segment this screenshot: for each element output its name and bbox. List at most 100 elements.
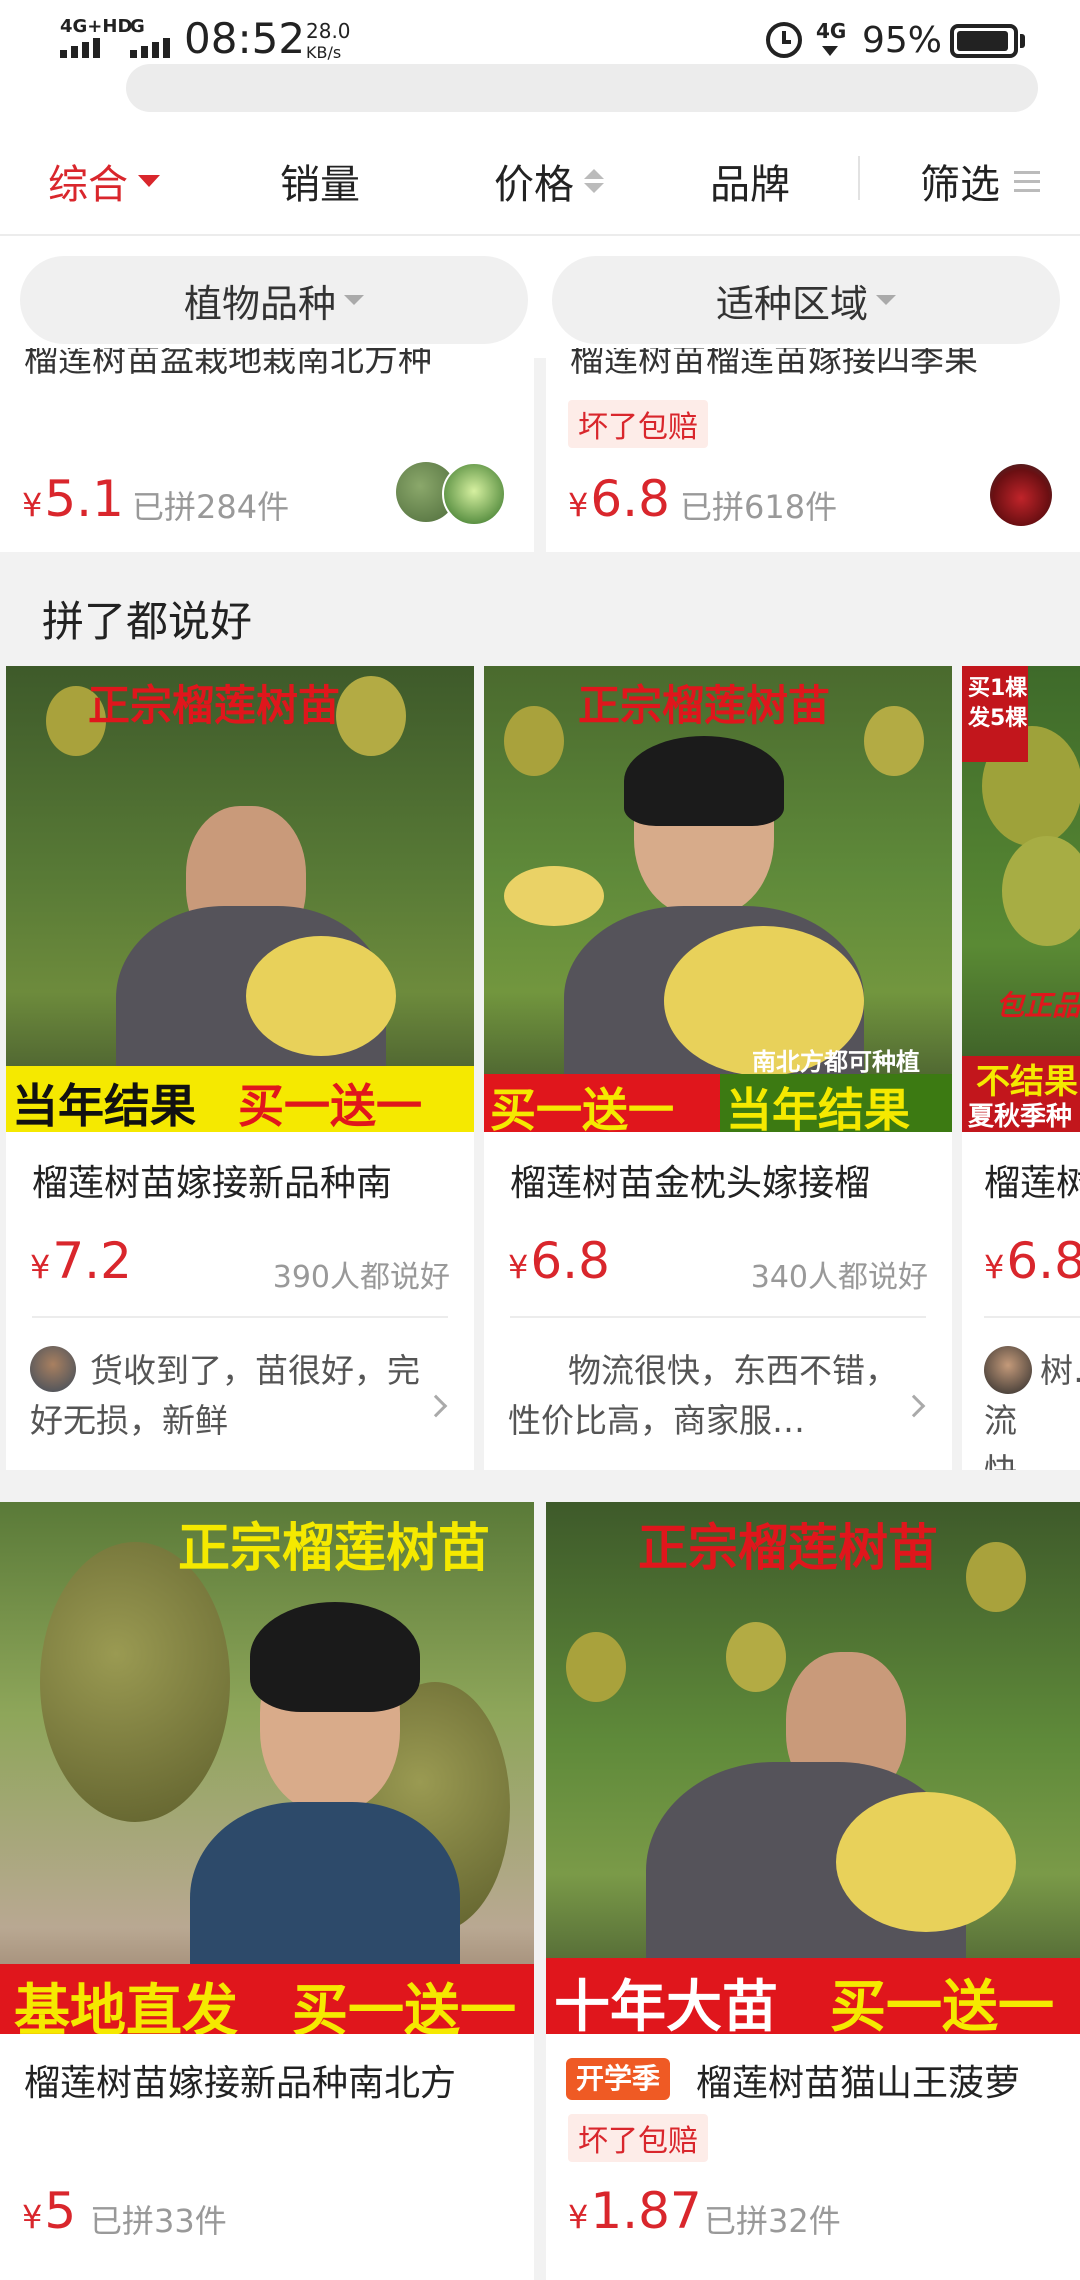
image-banner-text: 买一送一 <box>830 1975 1054 2034</box>
product-price: ¥ 5 <box>22 2182 76 2240</box>
battery-tip <box>1020 34 1025 48</box>
product-image: 正宗榴莲树苗 当年结果 买一送一 <box>6 666 474 1132</box>
image-banner-text: 当年结果 <box>726 1083 910 1132</box>
product-title: 榴莲树苗猫山王菠萝 <box>696 2063 1021 2104</box>
data-arrows-icon <box>822 46 838 56</box>
clock: 08:52 <box>184 14 306 63</box>
product-price: ¥ 1.87 <box>568 2182 702 2240</box>
product-title: 榴莲树苗嫁接新品种南北方 <box>24 2063 457 2104</box>
image-banner-text: 买一送一 <box>490 1083 674 1132</box>
sold-count: 已拼618件 <box>680 488 838 526</box>
image-banner-text: 正宗榴莲树苗 <box>88 681 341 730</box>
price-value: 6.8 <box>590 470 670 528</box>
sort-brand-label: 品牌 <box>710 162 790 208</box>
sort-comprehensive-label: 综合 <box>48 162 128 208</box>
price-value: 7.2 <box>52 1232 132 1290</box>
product-card-bottom-right[interactable]: 正宗榴莲树苗 十年大苗 买一送一 榴莲树苗猫山王菠萝 坏了包赔 ¥ 1.87 已… <box>546 1502 1080 2280</box>
currency-symbol: ¥ <box>22 486 43 524</box>
currency-symbol: ¥ <box>568 2198 589 2236</box>
alarm-icon <box>766 22 802 58</box>
review-text: 树…流快， <box>984 1351 1080 1470</box>
product-price: ¥ 6.8 <box>508 1232 610 1290</box>
net-speed-value: 28.0 <box>306 19 351 43</box>
planting-region-label: 适种区域 <box>715 281 868 326</box>
currency-symbol: ¥ <box>22 2198 43 2236</box>
product-card-top-right[interactable]: 榴莲树苗榴莲苗嫁接四季果 坏了包赔 ¥ 6.8 已拼618件 <box>546 348 1080 552</box>
filter-menu-icon <box>1014 170 1040 192</box>
network-type-label-2: G <box>130 16 145 37</box>
image-badge-text: 包正品 <box>996 989 1080 1022</box>
review-product-card[interactable]: 正宗榴莲树苗 当年结果 买一送一 榴莲树苗嫁接新品种南 ¥ 7.2 390人都说… <box>6 666 474 1470</box>
image-banner-text: 正宗榴莲树苗 <box>638 1519 938 1577</box>
chip-caret-icon <box>344 295 364 305</box>
review-product-card[interactable]: 买1棵 发5棵 包正品 不结果 夏秋季种 榴莲树 ¥ 6.8 树…流快， <box>962 666 1080 1470</box>
caret-down-icon <box>138 175 160 187</box>
product-title: 榴莲树苗榴莲苗嫁接四季果 <box>570 348 978 378</box>
product-title: 榴莲树苗金枕头嫁接榴 <box>510 1163 871 1204</box>
currency-symbol: ¥ <box>508 1248 529 1286</box>
product-image: 正宗榴莲树苗 基地直发 买一送一 <box>0 1502 534 2034</box>
product-price: ¥ 5.1 <box>22 470 124 528</box>
sold-count: 已拼284件 <box>132 488 290 526</box>
buyer-avatar <box>442 462 506 526</box>
currency-symbol: ¥ <box>568 486 589 524</box>
image-banner-text: 夏秋季种 <box>968 1102 1073 1132</box>
product-card-top-left[interactable]: 榴莲树苗盆栽地栽南北方种 ¥ 5.1 已拼284件 <box>0 348 534 552</box>
product-image: 正宗榴莲树苗 南北方都可种植 买一送一 当年结果 <box>484 666 952 1132</box>
sold-count: 已拼33件 <box>90 2202 227 2240</box>
sort-bar: 综合 销量 价格 品牌 筛选 <box>0 124 1080 236</box>
image-banner-text: 当年结果 <box>12 1079 196 1132</box>
review-product-card[interactable]: 正宗榴莲树苗 南北方都可种植 买一送一 当年结果 榴莲树苗金枕头嫁接榴 ¥ 6.… <box>484 666 952 1470</box>
divider <box>32 1316 448 1318</box>
sort-price-tab[interactable]: 价格 <box>494 152 604 210</box>
review-text: 货收到了，苗很好，完好无损，新鲜 <box>30 1351 420 1440</box>
battery-fill <box>957 31 1009 51</box>
currency-symbol: ¥ <box>984 1248 1005 1286</box>
filter-tab[interactable]: 筛选 <box>920 152 1040 210</box>
sort-arrows-icon <box>584 169 604 193</box>
sort-comprehensive-tab[interactable]: 综合 <box>48 152 160 210</box>
corner-badge-text: 买1棵 <box>968 676 1028 701</box>
image-banner-text: 买一送一 <box>292 1979 516 2034</box>
praise-count: 390人都说好 <box>272 1260 450 1295</box>
product-price: ¥ 7.2 <box>30 1232 132 1290</box>
price-value: 1.87 <box>590 2182 702 2240</box>
battery-icon <box>950 24 1018 58</box>
buyer-avatar <box>990 464 1052 526</box>
divider <box>984 1316 1080 1318</box>
product-title: 榴莲树苗盆栽地栽南北方种 <box>24 348 432 378</box>
price-value: 5.1 <box>44 470 124 528</box>
sort-sales-tab[interactable]: 销量 <box>280 152 360 210</box>
product-price: ¥ 6.8 <box>568 470 670 528</box>
corner-badge-text: 发5棵 <box>968 706 1028 731</box>
product-image: 买1棵 发5棵 包正品 不结果 夏秋季种 <box>962 666 1080 1132</box>
filter-label: 筛选 <box>920 162 1000 208</box>
image-banner-text: 基地直发 <box>14 1979 238 2034</box>
network-type-label-3: 4G <box>816 19 847 43</box>
divider <box>510 1316 926 1318</box>
product-title: 榴莲树苗嫁接新品种南 <box>32 1163 393 1204</box>
battery-percent: 95% <box>862 20 943 61</box>
plant-variety-label: 植物品种 <box>183 281 336 326</box>
product-card-bottom-left[interactable]: 正宗榴莲树苗 基地直发 买一送一 榴莲树苗嫁接新品种南北方 ¥ 5 已拼33件 <box>0 1502 534 2280</box>
currency-symbol: ¥ <box>30 1248 51 1286</box>
section-title: 拼了都说好 <box>42 597 253 646</box>
image-banner-text: 正宗榴莲树苗 <box>578 681 831 730</box>
sort-sales-label: 销量 <box>280 162 360 208</box>
network-type-label: 4G+HD <box>60 16 133 37</box>
planting-region-chip[interactable]: 适种区域 <box>552 256 1060 344</box>
search-pill[interactable] <box>126 64 1038 112</box>
sort-price-label: 价格 <box>494 162 574 208</box>
sort-brand-tab[interactable]: 品牌 <box>710 152 790 210</box>
product-title: 榴莲树 <box>984 1163 1080 1204</box>
chip-caret-icon <box>876 295 896 305</box>
product-price: ¥ 6.8 <box>984 1232 1080 1290</box>
price-value: 6.8 <box>530 1232 610 1290</box>
plant-variety-chip[interactable]: 植物品种 <box>20 256 528 344</box>
image-banner-text: 十年大苗 <box>554 1975 778 2034</box>
section-header: 拼了都说好 <box>0 566 1080 662</box>
product-image: 正宗榴莲树苗 十年大苗 买一送一 <box>546 1502 1080 2034</box>
signal-icon <box>60 38 100 58</box>
review-text: 物流很快，东西不错，性价比高，商家服… <box>508 1351 898 1440</box>
image-overlay-text: 南北方都可种植 <box>752 1048 920 1076</box>
